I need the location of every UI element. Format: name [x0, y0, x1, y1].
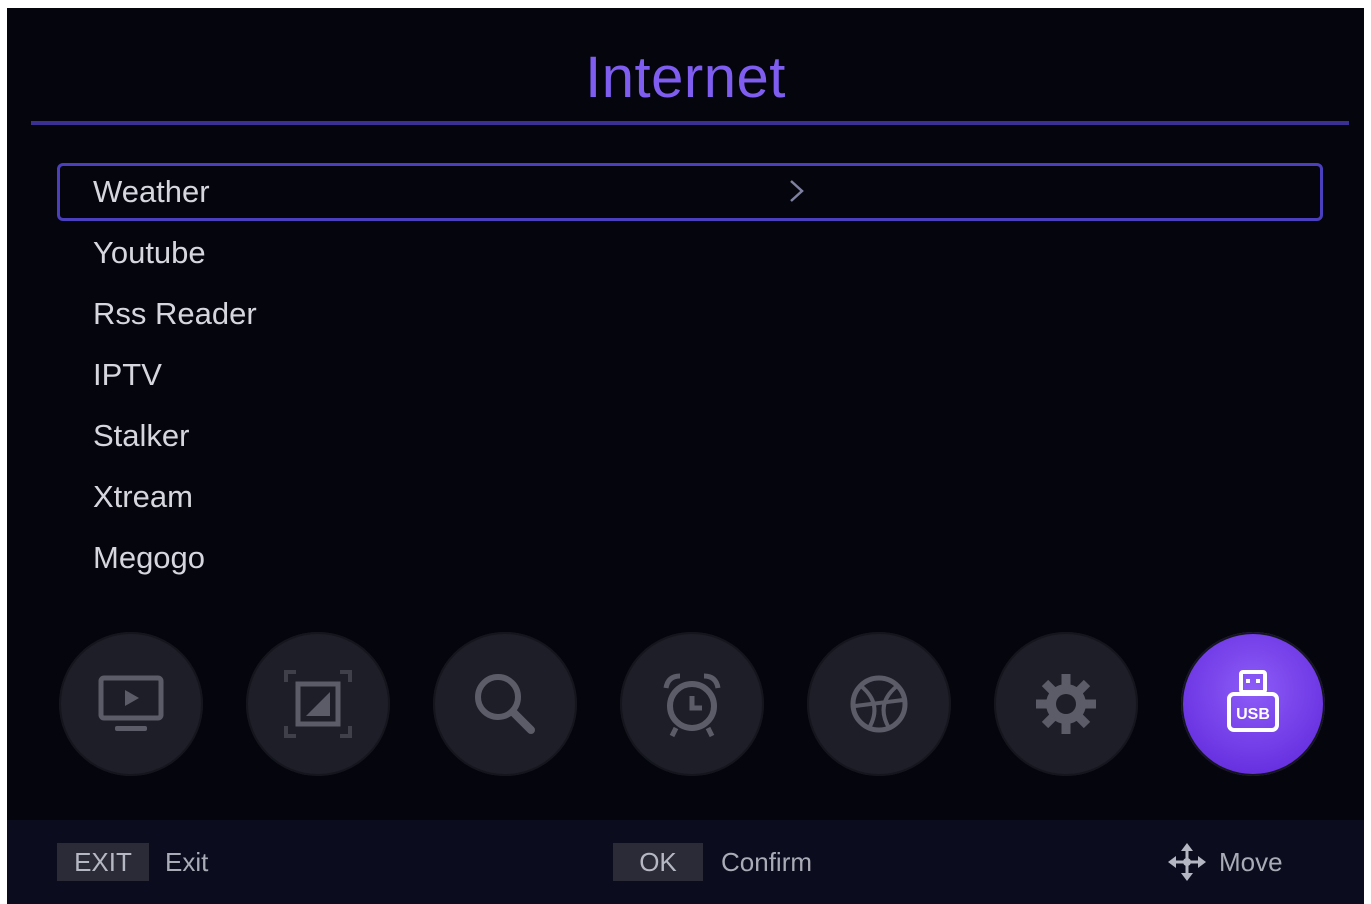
globe-icon — [850, 675, 908, 733]
exit-hint: Exit — [165, 847, 209, 877]
search-button[interactable] — [433, 632, 577, 776]
search-icon — [475, 674, 535, 734]
footer-hint-bar: EXIT Exit OK Confirm Move — [7, 820, 1364, 904]
timer-button[interactable] — [620, 632, 764, 776]
usb-button[interactable]: USB — [1181, 632, 1325, 776]
menu-item-label: Weather — [93, 174, 210, 209]
alarm-clock-icon — [663, 673, 721, 738]
menu-item-youtube[interactable]: Youtube — [57, 224, 1323, 282]
menu-item-rss-reader[interactable]: Rss Reader — [57, 285, 1323, 343]
menu-item-xtream[interactable]: Xtream — [57, 468, 1323, 526]
tv-icon — [98, 675, 164, 731]
move-arrows-icon — [1168, 843, 1206, 881]
gear-icon — [1036, 674, 1096, 734]
menu-item-weather[interactable]: Weather — [57, 163, 1323, 221]
menu-item-iptv[interactable]: IPTV — [57, 346, 1323, 404]
menu-list: Weather Youtube Rss Reader IPTV Stalker … — [57, 163, 1323, 590]
page-title: Internet — [585, 45, 786, 110]
menu-item-stalker[interactable]: Stalker — [57, 407, 1323, 465]
tv-screen: Internet Weather Youtube Rss Reader IPTV… — [7, 8, 1364, 904]
menu-item-label: Rss Reader — [93, 296, 257, 331]
menu-item-label: Stalker — [93, 418, 190, 453]
menu-item-label: Youtube — [93, 235, 206, 270]
exit-key[interactable]: EXIT — [57, 843, 149, 881]
picture-icon — [284, 670, 352, 738]
confirm-hint: Confirm — [721, 847, 813, 877]
menu-item-label: IPTV — [93, 357, 162, 392]
move-hint: Move — [1219, 847, 1283, 877]
menu-item-megogo[interactable]: Megogo — [57, 529, 1323, 587]
settings-button[interactable] — [994, 632, 1138, 776]
usb-icon-text: USB — [1236, 706, 1270, 723]
main-menu-icon-bar: USB — [59, 632, 1325, 782]
title-divider — [31, 121, 1349, 125]
menu-item-label: Xtream — [93, 479, 193, 514]
menu-item-label: Megogo — [93, 540, 206, 575]
usb-icon: USB — [1227, 670, 1279, 732]
tv-button[interactable] — [59, 632, 203, 776]
picture-button[interactable] — [246, 632, 390, 776]
ok-key[interactable]: OK — [613, 843, 703, 881]
internet-button[interactable] — [807, 632, 951, 776]
chevron-right-icon — [790, 180, 804, 202]
